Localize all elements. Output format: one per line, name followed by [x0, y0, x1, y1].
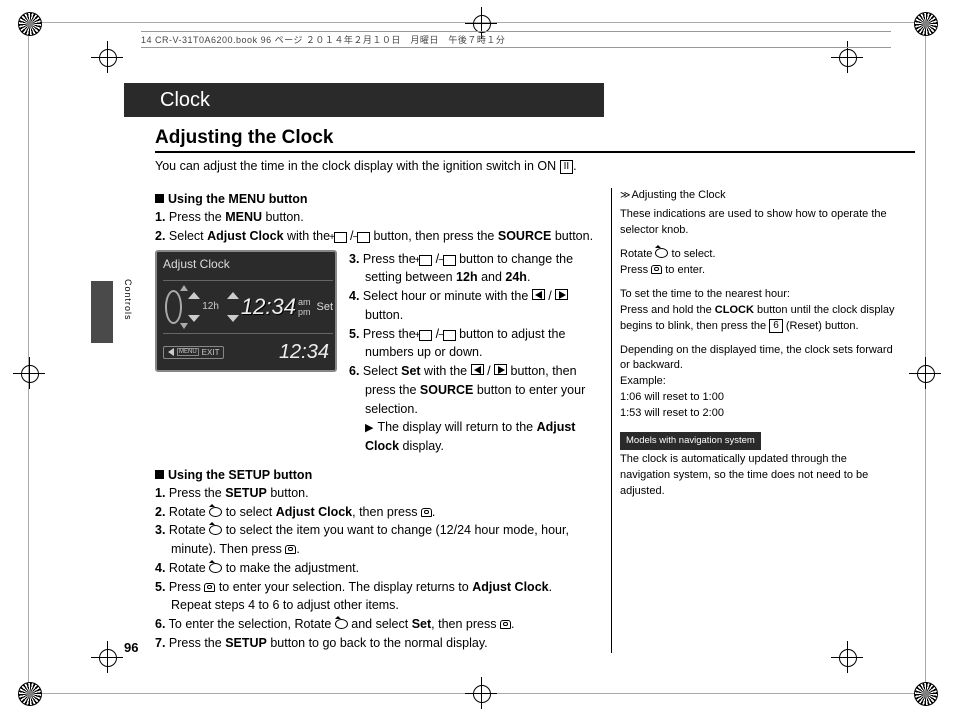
- registration-mark: [91, 41, 123, 73]
- plus-button-icon: +: [334, 232, 347, 243]
- plus-button-icon: +: [419, 255, 432, 266]
- setup-steps: 1. Press the SETUP button. 2. Rotate to …: [155, 484, 595, 653]
- side-label: Controls: [123, 279, 133, 321]
- push-knob-icon: [421, 508, 432, 517]
- page-title: Adjusting the Clock: [155, 127, 915, 153]
- right-button-icon: [555, 289, 568, 300]
- sidebar-title: Adjusting the Clock: [612, 188, 895, 204]
- side-tab: [91, 281, 113, 343]
- page-content: Adjusting the Clock You can adjust the t…: [155, 127, 915, 653]
- intro-text: You can adjust the time in the clock dis…: [155, 159, 915, 174]
- display-time-small: 12:34: [279, 341, 329, 364]
- menu-exit-button: MENU EXIT: [163, 346, 224, 359]
- setup-section-heading: Using the SETUP button: [155, 468, 595, 482]
- push-knob-icon: [500, 620, 511, 629]
- display-title: Adjust Clock: [163, 257, 230, 271]
- rotate-knob-icon: [209, 525, 222, 535]
- registration-mark: [91, 641, 123, 673]
- set-label: Set: [316, 301, 333, 313]
- rotate-knob-icon: [335, 619, 348, 629]
- crop-mark: [18, 682, 40, 704]
- push-knob-icon: [204, 583, 215, 592]
- hour-mode: 12h: [202, 301, 219, 312]
- left-button-icon: [471, 364, 484, 375]
- ignition-ii-icon: II: [560, 160, 574, 174]
- plus-button-icon: +: [419, 330, 432, 341]
- book-info-line: 14 CR-V-31T0A6200.book 96 ページ ２０１４年２月１０日…: [141, 31, 891, 48]
- registration-mark: [13, 357, 45, 389]
- crop-mark: [914, 12, 936, 34]
- clock-display-illustration: Adjust Clock 12h 12:34 am pm Set: [155, 250, 337, 372]
- main-column: Using the MENU button 1. Press the MENU …: [155, 188, 595, 653]
- left-button-icon: [532, 289, 545, 300]
- crop-mark: [18, 12, 40, 34]
- crop-mark: [914, 682, 936, 704]
- push-knob-icon: [285, 545, 296, 554]
- minus-button-icon: −: [357, 232, 370, 243]
- sidebar-column: Adjusting the Clock These indications ar…: [611, 188, 895, 653]
- rotate-knob-icon: [209, 563, 222, 573]
- triangle-bullet-icon: ▶: [365, 422, 373, 434]
- page-frame: 14 CR-V-31T0A6200.book 96 ページ ２０１４年２月１０日…: [28, 22, 926, 694]
- knob-icon: [165, 290, 182, 324]
- registration-mark: [465, 677, 497, 709]
- minus-button-icon: −: [443, 330, 456, 341]
- menu-steps: 1. Press the MENU button. 2. Select Adju…: [155, 208, 595, 246]
- page-number: 96: [124, 640, 138, 655]
- rotate-knob-icon: [655, 248, 668, 258]
- up-down-icon: [188, 292, 200, 322]
- display-time: 12:34: [241, 294, 296, 320]
- right-button-icon: [494, 364, 507, 375]
- minus-button-icon: −: [443, 255, 456, 266]
- section-header: Clock: [124, 83, 604, 117]
- preset-6-icon: 6: [769, 319, 783, 333]
- menu-section-heading: Using the MENU button: [155, 192, 595, 206]
- rotate-knob-icon: [209, 507, 222, 517]
- menu-steps-continued: 3. Press the + / − button to change the …: [349, 250, 595, 456]
- push-knob-icon: [651, 265, 662, 274]
- models-tag: Models with navigation system: [620, 432, 761, 450]
- up-down-icon: [227, 292, 239, 322]
